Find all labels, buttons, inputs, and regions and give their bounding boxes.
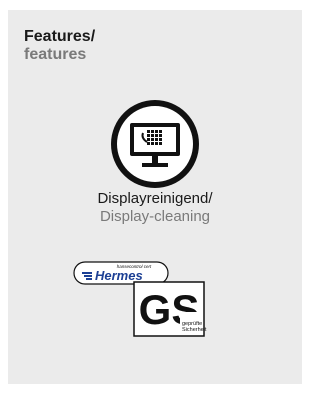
hermes-name: Hermes bbox=[95, 268, 143, 283]
heading-english: features bbox=[24, 46, 87, 63]
gs-mark-badge: GS geprüfte Sicherheit bbox=[133, 281, 207, 337]
certification-badges: hansecontrol cert Hermes GS geprüfte Sic… bbox=[73, 261, 207, 337]
feature-label-german: Displayreinigend/ bbox=[97, 190, 213, 207]
features-heading: Features/ features bbox=[24, 28, 95, 64]
monitor-screen-cleaning-icon bbox=[111, 100, 199, 188]
features-panel: Features/ features Displayreinigend/ Dis… bbox=[8, 10, 302, 384]
hermes-cert-badge: hansecontrol cert Hermes bbox=[73, 261, 169, 285]
feature-label-english: Display-cleaning bbox=[99, 208, 211, 225]
gs-text-line2: Sicherheit bbox=[182, 327, 207, 333]
feature-label: Displayreinigend/ Display-cleaning bbox=[8, 190, 302, 226]
heading-german: Features/ bbox=[24, 28, 96, 45]
